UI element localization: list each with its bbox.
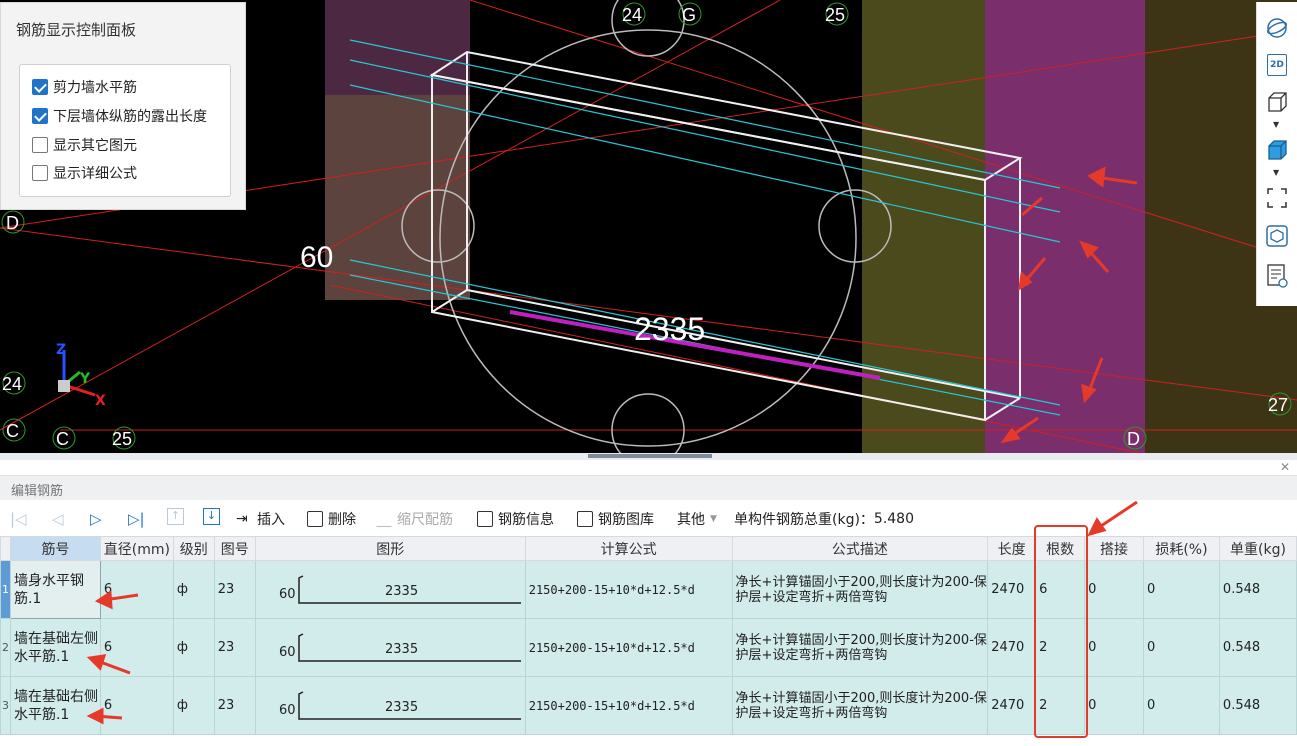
sphere-view-icon[interactable] (1265, 16, 1289, 40)
checkbox-unchecked-icon[interactable] (32, 137, 48, 153)
svg-text:Z: Z (56, 342, 66, 358)
panel-splitter[interactable] (0, 453, 1297, 460)
option-show-detailed-formula[interactable]: 显示详细公式 (32, 163, 137, 183)
control-panel-options: 剪力墙水平筋 下层墙体纵筋的露出长度 显示其它图元 显示详细公式 (19, 64, 231, 197)
svg-text:24: 24 (622, 5, 642, 25)
checkbox-checked-icon[interactable] (32, 108, 48, 124)
svg-text:25: 25 (825, 5, 845, 25)
checkbox-unchecked-icon[interactable] (32, 165, 48, 181)
dimension-length-label: 2335 (634, 311, 705, 347)
option-lower-wall-exposed-length[interactable]: 下层墙体纵筋的露出长度 (32, 106, 207, 126)
component-view-icon[interactable] (1265, 224, 1289, 248)
wireframe-cube-icon[interactable] (1265, 90, 1289, 114)
svg-text:24: 24 (2, 374, 22, 394)
rebar-display-control-panel: 钢筋显示控制面板 剪力墙水平筋 下层墙体纵筋的露出长度 显示其它图元 显示详细公… (0, 2, 246, 210)
svg-text:C: C (6, 421, 19, 441)
svg-text:G: G (682, 5, 696, 25)
svg-text:C: C (56, 429, 69, 449)
svg-text:D: D (1127, 429, 1140, 449)
svg-text:Y: Y (79, 371, 91, 387)
checkbox-checked-icon[interactable] (32, 79, 48, 95)
svg-text:25: 25 (112, 429, 132, 449)
chevron-down-icon[interactable]: ▼ (1273, 121, 1281, 129)
svg-text:27: 27 (1268, 395, 1288, 415)
table-annotation-arrows (86, 500, 1138, 725)
dimension-left-label: 60 (300, 241, 333, 274)
control-panel-title: 钢筋显示控制面板 (16, 21, 137, 39)
wall-panel-right-yellow (862, 0, 985, 453)
splitter-grip[interactable] (588, 454, 712, 458)
3d-viewport[interactable]: 60 2335 24 G 25 D 24 C C 25 27 D Z Y X 钢… (0, 0, 1297, 453)
option-show-other-elements[interactable]: 显示其它图元 (32, 135, 137, 155)
svg-text:D: D (6, 213, 19, 233)
view-toolbar: 2D ▼ ▼ (1256, 2, 1297, 306)
solid-cube-icon[interactable] (1265, 138, 1289, 162)
option-shear-wall-horizontal[interactable]: 剪力墙水平筋 (32, 77, 137, 97)
report-view-icon[interactable] (1265, 264, 1289, 288)
2d-view-icon[interactable]: 2D (1267, 54, 1287, 76)
chevron-down-icon[interactable]: ▼ (1273, 169, 1281, 177)
wall-panel-right-magenta (985, 0, 1145, 453)
svg-text:X: X (95, 393, 106, 409)
fit-view-icon[interactable] (1265, 186, 1289, 210)
